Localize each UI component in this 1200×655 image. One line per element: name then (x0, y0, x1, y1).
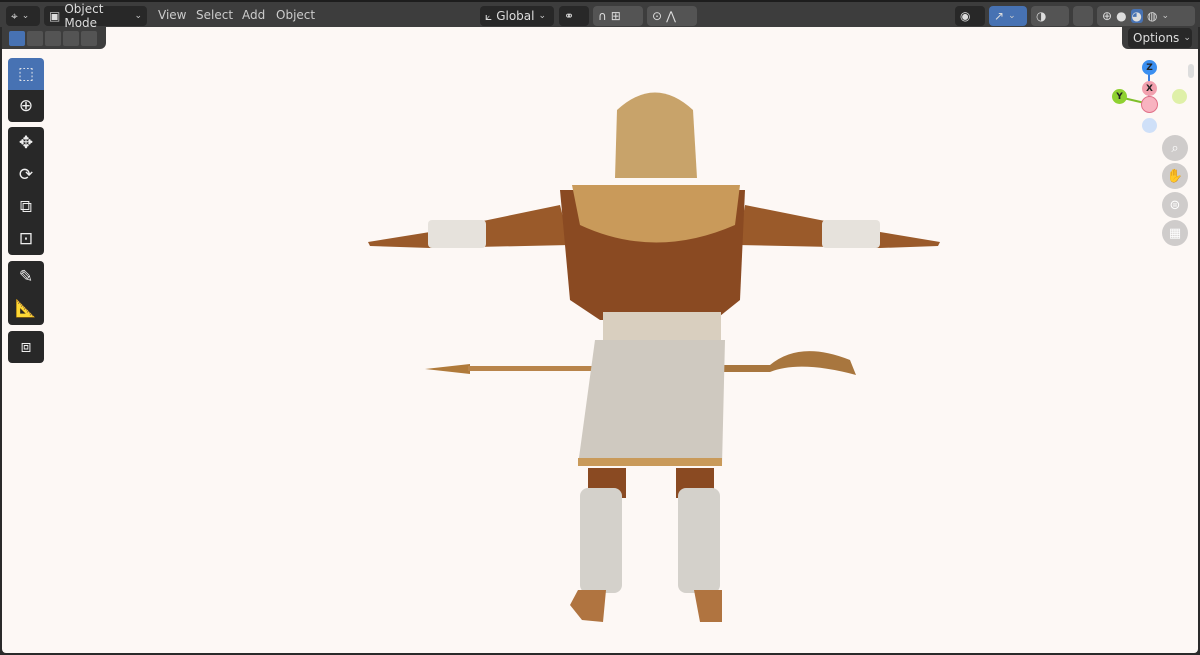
scale-icon: ⧉ (19, 197, 33, 217)
magnet-icon: ∩ (598, 9, 607, 23)
move-tool[interactable]: ✥ (8, 127, 44, 159)
measure-tool[interactable]: 📐 (8, 293, 44, 325)
viewport-header: ⌖ ⌄ ▣ Object Mode ⌄ View Select Add Object … (0, 0, 1200, 30)
rotate-tool[interactable]: ⟳ (8, 159, 44, 191)
pivot-icon: ⚭ (564, 9, 575, 23)
annotate-tool[interactable]: ✎ (8, 261, 44, 293)
solid-shading-icon[interactable]: ● (1116, 9, 1126, 23)
transform-orientation-dropdown[interactable]: ⟀ Global ⌄ (480, 6, 554, 26)
transform-tool[interactable]: ⊡ (8, 223, 44, 255)
pan-view-button[interactable]: ✋ (1162, 163, 1188, 189)
material-preview-shading-icon[interactable]: ◕ (1130, 9, 1144, 23)
chevron-down-icon: ⌄ (134, 11, 142, 21)
proportional-icon: ⊙ (652, 9, 663, 23)
transform-icon: ⊡ (18, 229, 34, 249)
spear-tip (425, 364, 470, 374)
crosshair-icon: ⊕ (18, 96, 34, 116)
camera-view-button[interactable]: ⊜ (1162, 192, 1188, 218)
wireframe-shading-icon[interactable]: ⊕ (1102, 9, 1112, 23)
menu-view[interactable]: View (158, 8, 186, 22)
gizmo-neg-y-axis[interactable] (1172, 89, 1187, 104)
right-foot (694, 590, 722, 622)
chevron-down-icon: ⌄ (1008, 11, 1016, 21)
character-model (368, 92, 940, 622)
proportional-editing-toggle[interactable]: ⊙ ⋀ (647, 6, 697, 26)
editor-type-icon: ⌖ (11, 8, 18, 23)
xray-toggle[interactable] (1073, 6, 1093, 26)
mode-label: Object Mode (64, 2, 104, 30)
right-leg-wrap (678, 488, 720, 593)
overlays-icon: ◑ (1036, 9, 1047, 23)
pivot-point-dropdown[interactable]: ⚭ (559, 6, 589, 26)
snap-increment-icon: ⊞ (610, 9, 621, 23)
shading-modes[interactable]: ⊕ ● ◕ ◍ ⌄ (1097, 6, 1195, 26)
magnifier-icon: ⌕ (1171, 140, 1179, 156)
rendered-shading-icon[interactable]: ◍ (1147, 9, 1157, 23)
object-mode-icon: ▣ (49, 9, 61, 23)
gizmo-z-axis[interactable]: Z (1142, 60, 1157, 75)
add-cube-tool[interactable]: ⧈ (8, 331, 44, 363)
scrollbar[interactable] (1188, 64, 1194, 78)
add-cube-icon: ⧈ (20, 337, 32, 357)
select-intersect-icon[interactable] (81, 31, 97, 46)
eye-icon: ◉ (960, 9, 971, 23)
grid-icon: ▦ (1168, 225, 1182, 241)
camera-icon: ⊜ (1169, 197, 1181, 213)
orientation-icon: ⟀ (485, 8, 493, 23)
mode-dropdown[interactable]: ▣ Object Mode ⌄ (44, 2, 147, 30)
chevron-down-icon[interactable]: ⌄ (1162, 11, 1170, 21)
menu-select[interactable]: Select (196, 8, 233, 22)
select-subtract-icon[interactable] (45, 31, 61, 46)
select-extend-icon[interactable] (27, 31, 43, 46)
gizmo-neg-x-axis[interactable] (1141, 96, 1158, 113)
zoom-view-button[interactable]: ⌕ (1162, 135, 1188, 161)
hand-icon: ✋ (1166, 168, 1184, 184)
select-invert-icon[interactable] (63, 31, 79, 46)
gizmo-toggle[interactable]: ↗ ⌄ (989, 6, 1027, 26)
scale-tool[interactable]: ⧉ (8, 191, 44, 223)
visibility-dropdown[interactable]: ◉ (955, 6, 985, 26)
select-box-tool[interactable]: ⬚ (8, 58, 44, 90)
orientation-label: Global (496, 9, 535, 23)
overlays-toggle[interactable]: ◑ (1031, 6, 1069, 26)
options-label: Options (1133, 31, 1180, 45)
chevron-down-icon: ⌄ (21, 11, 30, 21)
chevron-down-icon: ⌄ (538, 11, 547, 21)
move-icon: ✥ (18, 133, 34, 153)
options-dropdown[interactable]: Options ⌄ (1128, 28, 1192, 48)
perspective-toggle-button[interactable]: ▦ (1162, 220, 1188, 246)
snap-toggle[interactable]: ∩ ⊞ (593, 6, 643, 26)
select-new-icon[interactable] (9, 31, 25, 46)
menu-object[interactable]: Object (276, 8, 315, 22)
headdress (615, 92, 697, 178)
left-leg-wrap (580, 488, 622, 593)
gizmo-x-axis[interactable]: X (1142, 81, 1157, 96)
cursor-tool[interactable]: ⊕ (8, 90, 44, 122)
gizmo-neg-z-axis[interactable] (1142, 118, 1157, 133)
gizmo-icon: ↗ (994, 9, 1005, 23)
rotate-icon: ⟳ (18, 165, 34, 185)
gizmo-y-axis[interactable]: Y (1112, 89, 1127, 104)
ruler-icon: 📐 (15, 299, 37, 319)
khopesh-blade (722, 351, 856, 375)
editor-type-button[interactable]: ⌖ ⌄ (6, 6, 40, 26)
kilt (578, 340, 725, 465)
belt (603, 312, 721, 342)
cursor-icon: ⬚ (17, 64, 35, 84)
menu-add[interactable]: Add (242, 8, 265, 22)
chevron-down-icon: ⌄ (1183, 33, 1191, 43)
pencil-icon: ✎ (18, 267, 34, 287)
3d-viewport[interactable] (2, 27, 1198, 653)
left-foot (570, 590, 606, 622)
falloff-icon: ⋀ (666, 9, 676, 23)
